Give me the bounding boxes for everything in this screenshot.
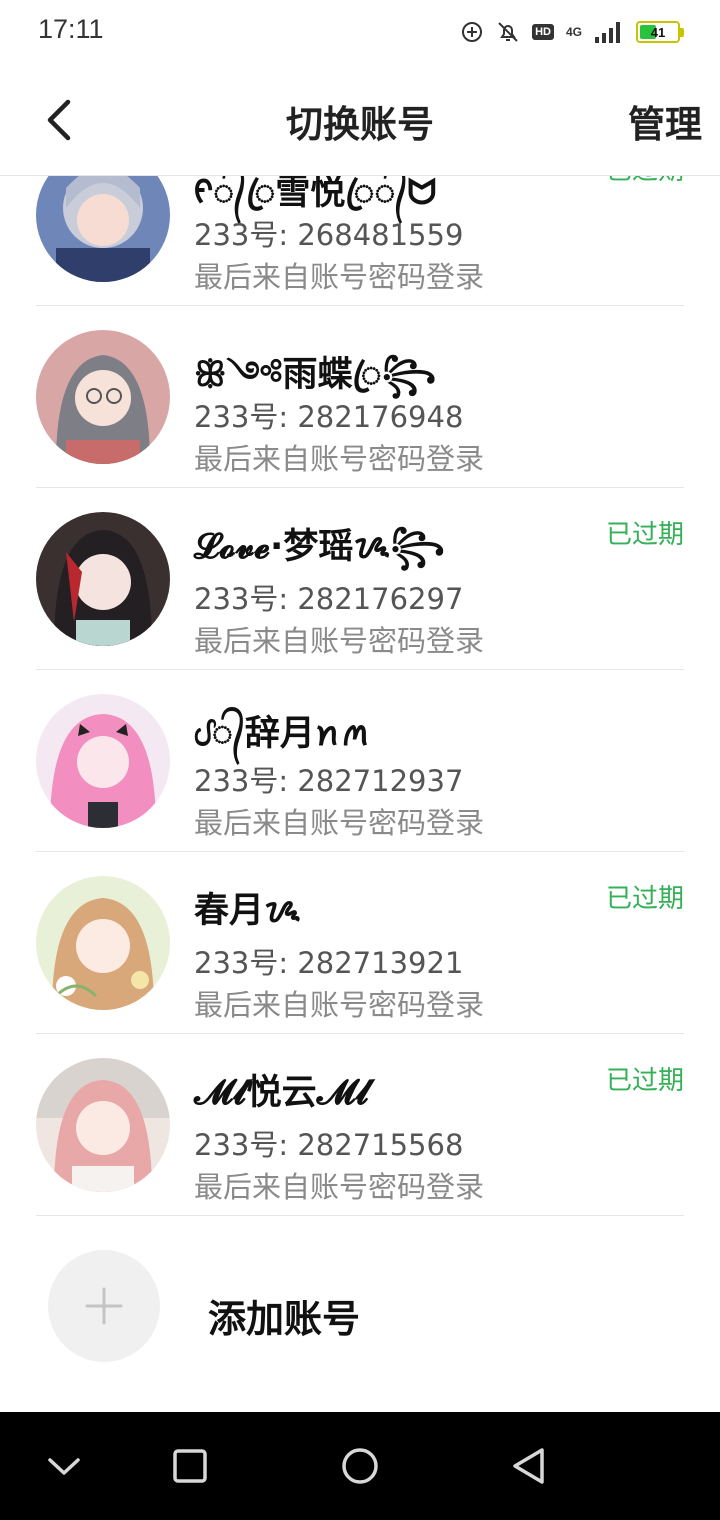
page-title: 切换账号 xyxy=(286,103,434,146)
square-icon xyxy=(173,1449,207,1483)
nav-collapse-button[interactable] xyxy=(40,1442,88,1490)
mute-icon xyxy=(496,20,520,44)
avatar xyxy=(36,694,170,828)
account-list[interactable]: ᠻ᭄ꦿ雪悦ꦿ᭄ᗢ 233号: 268481559 最后来自账号密码登录 已过期 … xyxy=(0,176,720,1412)
account-login-method: 最后来自账号密码登录 xyxy=(194,260,485,294)
account-name: 春月ᝰ xyxy=(194,891,301,931)
signal-icon xyxy=(594,21,624,43)
expired-badge: 已过期 xyxy=(606,176,684,187)
expired-badge: 已过期 xyxy=(605,1066,684,1096)
manage-button[interactable]: 管理 xyxy=(628,94,702,148)
add-account-circle xyxy=(48,1250,160,1362)
account-name: 𝓜𝓵悦云𝓜𝓵 xyxy=(194,1073,370,1113)
expired-badge: 已过期 xyxy=(605,884,684,914)
nav-back-button[interactable] xyxy=(504,1442,552,1490)
header: 切换账号 管理 xyxy=(0,64,720,176)
avatar xyxy=(36,330,170,464)
avatar xyxy=(36,876,170,1010)
add-account-button[interactable]: 添加账号 xyxy=(36,1216,684,1396)
account-row[interactable]: ᠻ᭄ꦿ雪悦ꦿ᭄ᗢ 233号: 268481559 最后来自账号密码登录 已过期 xyxy=(36,176,684,306)
account-login-method: 最后来自账号密码登录 xyxy=(194,1170,485,1204)
account-id: 233号: 282176948 xyxy=(194,400,464,434)
avatar xyxy=(36,512,170,646)
account-login-method: 最后来自账号密码登录 xyxy=(194,442,485,476)
battery-icon: 41 xyxy=(636,21,684,43)
avatar xyxy=(36,1058,170,1192)
account-id: 233号: 268481559 xyxy=(194,218,464,252)
account-login-method: 最后来自账号密码登录 xyxy=(194,988,485,1022)
account-row[interactable]: 𝓜𝓵悦云𝓜𝓵 233号: 282715568 最后来自账号密码登录 已过期 xyxy=(36,1034,684,1216)
account-id: 233号: 282712937 xyxy=(194,764,464,798)
nav-recents-button[interactable] xyxy=(166,1442,214,1490)
account-id: 233号: 282715568 xyxy=(194,1128,464,1162)
avatar xyxy=(36,176,170,282)
expired-badge: 已过期 xyxy=(605,520,684,550)
triangle-back-icon xyxy=(513,1448,544,1484)
status-icons: HD 4G 41 xyxy=(460,16,684,48)
account-list-inner: ᠻ᭄ꦿ雪悦ꦿ᭄ᗢ 233号: 268481559 最后来自账号密码登录 已过期 … xyxy=(0,176,720,1396)
sync-icon xyxy=(460,20,484,44)
account-row[interactable]: ꕥ༺雨蝶ꦿ꧂ 233号: 282176948 最后来自账号密码登录 xyxy=(36,306,684,488)
account-login-method: 最后来自账号密码登录 xyxy=(194,806,485,840)
network-4g-icon: 4G xyxy=(565,25,582,39)
account-id: 233号: 282713921 xyxy=(194,946,464,980)
status-time: 17:11 xyxy=(38,14,104,44)
account-row[interactable]: 春月ᝰ 233号: 282713921 最后来自账号密码登录 已过期 xyxy=(36,852,684,1034)
account-row[interactable]: ᦔ᭄辞月ꪀꪔ 233号: 282712937 最后来自账号密码登录 xyxy=(36,670,684,852)
account-login-method: 最后来自账号密码登录 xyxy=(194,624,485,658)
circle-icon xyxy=(342,1448,378,1484)
account-row[interactable]: 𝓛𝓸𝓿𝓮·梦瑶ᝰ꧂ 233号: 282176297 最后来自账号密码登录 已过期 xyxy=(36,488,684,670)
plus-icon xyxy=(85,1287,123,1325)
battery-level: 41 xyxy=(650,24,666,40)
nav-home-button[interactable] xyxy=(336,1442,384,1490)
nav-bar xyxy=(0,1412,720,1520)
status-bar: 17:11 HD 4G 41 xyxy=(0,0,720,64)
hd-icon: HD xyxy=(532,24,554,40)
account-id: 233号: 282176297 xyxy=(194,582,464,616)
add-account-label: 添加账号 xyxy=(208,1297,361,1341)
chevron-down-icon xyxy=(48,1458,80,1475)
